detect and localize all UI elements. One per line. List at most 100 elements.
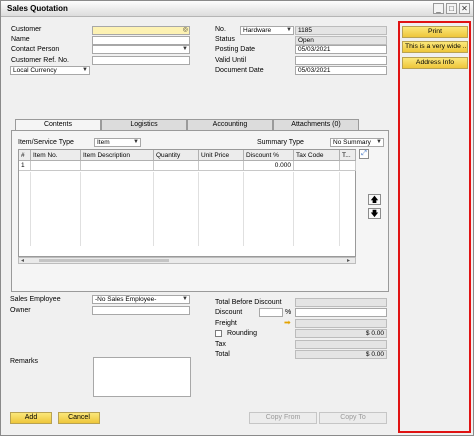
scroll-left-icon[interactable]: ◂ [21,257,24,264]
tab-attachments[interactable]: Attachments (0) [273,119,359,130]
column-header-item-no[interactable]: Item No. [31,150,81,161]
doc-number-field[interactable]: 1185 [295,26,387,35]
document-date-field[interactable]: 05/03/2021 [295,66,387,75]
total-before-discount-label: Total Before Discount [215,299,282,306]
column-divider [293,172,294,246]
window-title: Sales Quotation [7,4,68,13]
summary-type-value: No Summary [333,139,371,146]
summary-type-select[interactable]: No Summary ▼ [330,138,384,147]
total-before-discount-field [295,298,387,307]
owner-label: Owner [10,307,31,314]
posting-date-value: 05/03/2021 [298,46,331,53]
rounding-value: $ 0.00 [365,330,384,337]
owner-field[interactable] [92,306,190,315]
column-header-item-description[interactable]: Item Description [81,150,154,161]
column-divider [339,172,340,246]
chevron-down-icon: ▼ [286,27,292,33]
title-bar: Sales Quotation _ □ ✕ [1,1,473,17]
discount-cell[interactable]: 0.000 [244,161,294,171]
name-label: Name [11,36,30,43]
column-header-truncated[interactable]: T... [340,150,356,161]
address-info-button[interactable]: Address Info [402,57,468,69]
freight-field [295,319,387,328]
column-header-quantity[interactable]: Quantity [154,150,199,161]
name-field[interactable] [92,36,190,45]
move-row-down-button[interactable]: 🡇 [368,208,381,219]
remarks-textarea[interactable] [93,357,191,397]
minimize-button[interactable]: _ [433,3,444,14]
horizontal-scrollbar[interactable]: ◂ ▸ [18,257,356,264]
customer-label: Customer [11,26,42,33]
status-field: Open [295,36,387,45]
no-label: No. [215,26,226,33]
add-button[interactable]: Add [10,412,52,424]
summary-type-label: Summary Type [257,139,304,146]
total-field: $ 0.00 [295,350,387,359]
valid-until-label: Valid Until [215,57,246,64]
discount-amount-field[interactable] [295,308,387,317]
percent-sign: % [285,309,292,316]
chevron-down-icon: ▼ [182,296,188,302]
document-date-value: 05/03/2021 [298,67,331,74]
choose-from-list-icon[interactable]: ◎ [183,27,188,34]
series-select[interactable]: Hardware ▼ [240,26,294,35]
tab-accounting[interactable]: Accounting [187,119,273,130]
item-service-type-select[interactable]: Item ▼ [94,138,141,147]
item-no-cell[interactable] [31,161,81,171]
document-date-label: Document Date [215,67,264,74]
contact-person-field[interactable]: ▼ [92,45,190,54]
column-header-unit-price[interactable]: Unit Price [199,150,244,161]
copy-from-button[interactable]: Copy From [249,412,317,424]
doc-number-value: 1185 [298,27,312,34]
column-divider [243,172,244,246]
customer-ref-field[interactable] [92,56,190,65]
rounding-checkbox[interactable] [215,330,222,337]
rounding-label: Rounding [227,330,257,337]
total-value: $ 0.00 [365,351,384,358]
freight-label: Freight [215,320,237,327]
contact-person-label: Contact Person [11,46,60,53]
sales-employee-label: Sales Employee [10,296,61,303]
arrow-right-icon[interactable]: ➡ [284,318,291,327]
unit-price-cell[interactable] [199,161,244,171]
truncated-cell[interactable] [340,161,356,171]
status-value: Open [298,37,314,44]
item-service-type-label: Item/Service Type [18,139,74,146]
item-description-cell[interactable] [81,161,154,171]
sales-employee-value: -No Sales Employee- [95,296,157,303]
sales-employee-select[interactable]: -No Sales Employee- ▼ [92,295,190,304]
maximize-button[interactable]: □ [446,3,457,14]
column-divider [198,172,199,246]
valid-until-field[interactable] [295,56,387,65]
scroll-right-icon[interactable]: ▸ [347,257,350,264]
cancel-button[interactable]: Cancel [58,412,100,424]
row-number-cell: 1 [19,161,31,171]
discount-percent-field[interactable] [259,308,283,317]
wide-label-button[interactable]: This is a very wide ... [402,41,468,53]
print-button[interactable]: Print [402,26,468,38]
move-row-up-button[interactable]: 🡅 [368,194,381,205]
scrollbar-thumb[interactable] [39,259,169,262]
tax-label: Tax [215,341,226,348]
customer-field[interactable]: ◎ [92,26,190,35]
column-header-row-number[interactable]: # [19,150,31,161]
discount-label: Discount [215,309,243,316]
column-divider [80,172,81,246]
tax-code-cell[interactable] [294,161,340,171]
status-label: Status [215,36,235,43]
items-table: # Item No. Item Description Quantity Uni… [18,149,356,257]
tax-field [295,340,387,349]
column-divider [30,172,31,246]
rounding-field: $ 0.00 [295,329,387,338]
posting-date-field[interactable]: 05/03/2021 [295,45,387,54]
series-value: Hardware [243,27,272,34]
close-button[interactable]: ✕ [459,3,470,14]
column-header-tax-code[interactable]: Tax Code [294,150,340,161]
column-header-discount[interactable]: Discount % [244,150,294,161]
currency-select[interactable]: Local Currency ▼ [10,66,90,75]
copy-to-button[interactable]: Copy To [319,412,387,424]
tab-strip: Contents Logistics Accounting Attachment… [15,119,387,131]
expand-icon[interactable]: ⤢ [359,149,369,159]
tab-logistics[interactable]: Logistics [101,119,187,130]
quantity-cell[interactable] [154,161,199,171]
